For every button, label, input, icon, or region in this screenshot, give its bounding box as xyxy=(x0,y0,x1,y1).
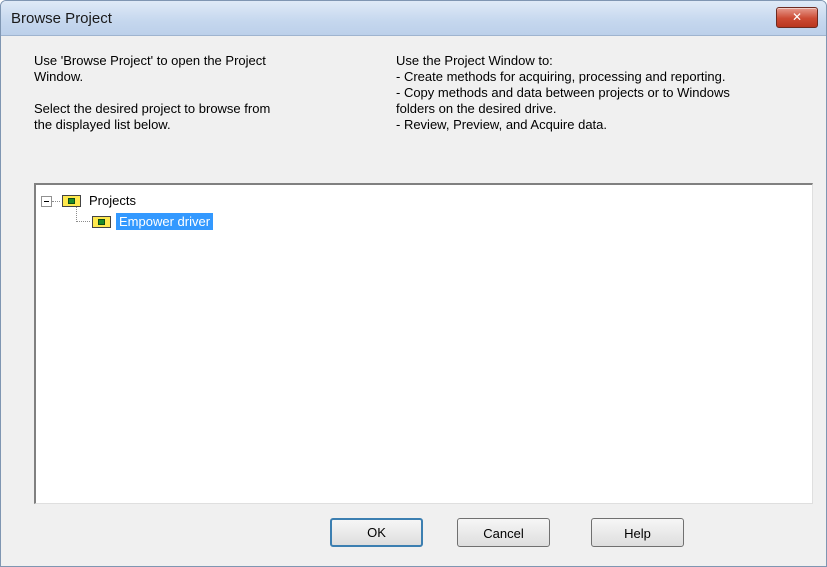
tree-connector xyxy=(76,207,77,222)
help-button[interactable]: Help xyxy=(591,518,684,547)
instructions-left: Use 'Browse Project' to open the Project… xyxy=(34,53,271,132)
dialog-title: Browse Project xyxy=(11,10,112,27)
close-icon: ✕ xyxy=(791,10,803,24)
cancel-button[interactable]: Cancel xyxy=(457,518,550,547)
collapse-toggle[interactable] xyxy=(41,196,52,207)
title-bar[interactable]: Browse Project ✕ xyxy=(1,1,826,36)
instructions-right: Use the Project Window to: - Create meth… xyxy=(396,53,730,132)
ok-button[interactable]: OK xyxy=(330,518,423,547)
tree-node-label: Empower driver xyxy=(116,212,214,230)
tree-node-projects[interactable]: Projects xyxy=(62,191,139,209)
folder-icon xyxy=(62,193,82,207)
tree-connector xyxy=(52,201,60,202)
close-button[interactable]: ✕ xyxy=(776,7,818,28)
browse-project-dialog: Browse Project ✕ Use 'Browse Project' to… xyxy=(0,0,827,567)
folder-icon xyxy=(92,214,112,228)
tree-connector xyxy=(76,221,90,222)
project-tree[interactable]: Projects Empower driver xyxy=(34,183,813,504)
tree-node-label: Projects xyxy=(89,192,136,208)
tree-node-empower-driver[interactable]: Empower driver xyxy=(92,212,214,230)
